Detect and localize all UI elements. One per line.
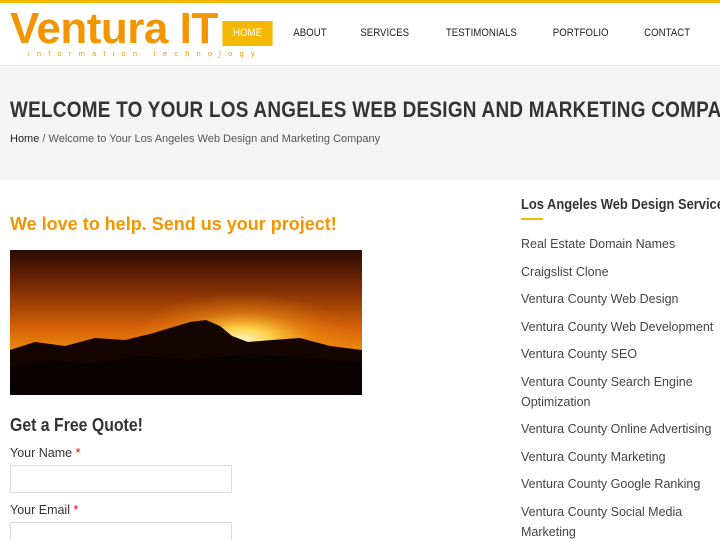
sidebar-link-online-advertising[interactable]: Ventura County Online Advertising [521, 419, 716, 439]
tagline-heading: We love to help. Send us your project! [10, 214, 337, 234]
sidebar-link-marketing[interactable]: Ventura County Marketing [521, 447, 716, 467]
sidebar-link-craigslist-clone[interactable]: Craigslist Clone [521, 262, 716, 282]
required-asterisk: * [73, 503, 79, 517]
main-content: We love to help. Send us your project! G… [10, 196, 490, 540]
required-asterisk: * [75, 446, 81, 460]
services-list: Real Estate Domain Names Craigslist Clon… [521, 234, 716, 540]
sidebar-link-real-estate-domain-names[interactable]: Real Estate Domain Names [521, 234, 716, 254]
sidebar-link-social-media-marketing[interactable]: Ventura County Social Media Marketing [521, 502, 716, 540]
sidebar-title: Los Angeles Web Design Services [521, 196, 720, 213]
breadcrumb-current: Welcome to Your Los Angeles Web Design a… [48, 133, 381, 145]
sidebar-link-google-ranking[interactable]: Ventura County Google Ranking [521, 474, 716, 494]
page-title-banner: WELCOME TO YOUR LOS ANGELES WEB DESIGN A… [0, 67, 720, 180]
nav-item-testimonials[interactable]: TESTIMONIALS [434, 21, 528, 46]
breadcrumb-separator: / [39, 133, 49, 145]
sidebar-title-underline [521, 218, 543, 220]
logo-tagline: information technology [28, 49, 262, 58]
breadcrumb-home-link[interactable]: Home [10, 133, 39, 145]
sidebar-link-search-engine-optimization[interactable]: Ventura County Search Engine Optimizatio… [521, 372, 716, 412]
name-field-label: Your Name * [10, 446, 81, 460]
nav-item-about[interactable]: ABOUT [282, 21, 338, 46]
email-input[interactable] [10, 522, 232, 540]
page-title: WELCOME TO YOUR LOS ANGELES WEB DESIGN A… [10, 97, 720, 122]
quote-form-title: Get a Free Quote! [10, 415, 143, 435]
nav-item-contact[interactable]: CONTACT [632, 21, 701, 46]
breadcrumb: Home / Welcome to Your Los Angeles Web D… [10, 133, 380, 145]
nav-item-services[interactable]: SERVICES [349, 21, 421, 46]
main-navigation: HOME ABOUT SERVICES TESTIMONIALS PORTFOL… [217, 21, 706, 46]
name-input[interactable] [10, 465, 232, 493]
site-header: Ventura IT. information technology HOME … [0, 3, 720, 66]
sidebar-link-web-design[interactable]: Ventura County Web Design [521, 289, 716, 309]
sidebar-link-web-development[interactable]: Ventura County Web Development [521, 317, 716, 337]
services-sidebar: Los Angeles Web Design Services Real Est… [521, 196, 720, 540]
nav-item-home[interactable]: HOME [222, 21, 273, 46]
sunset-mountain-image [10, 250, 362, 395]
nav-item-portfolio[interactable]: PORTFOLIO [542, 21, 621, 46]
email-field-label: Your Email * [10, 503, 79, 517]
sidebar-link-seo[interactable]: Ventura County SEO [521, 344, 716, 364]
